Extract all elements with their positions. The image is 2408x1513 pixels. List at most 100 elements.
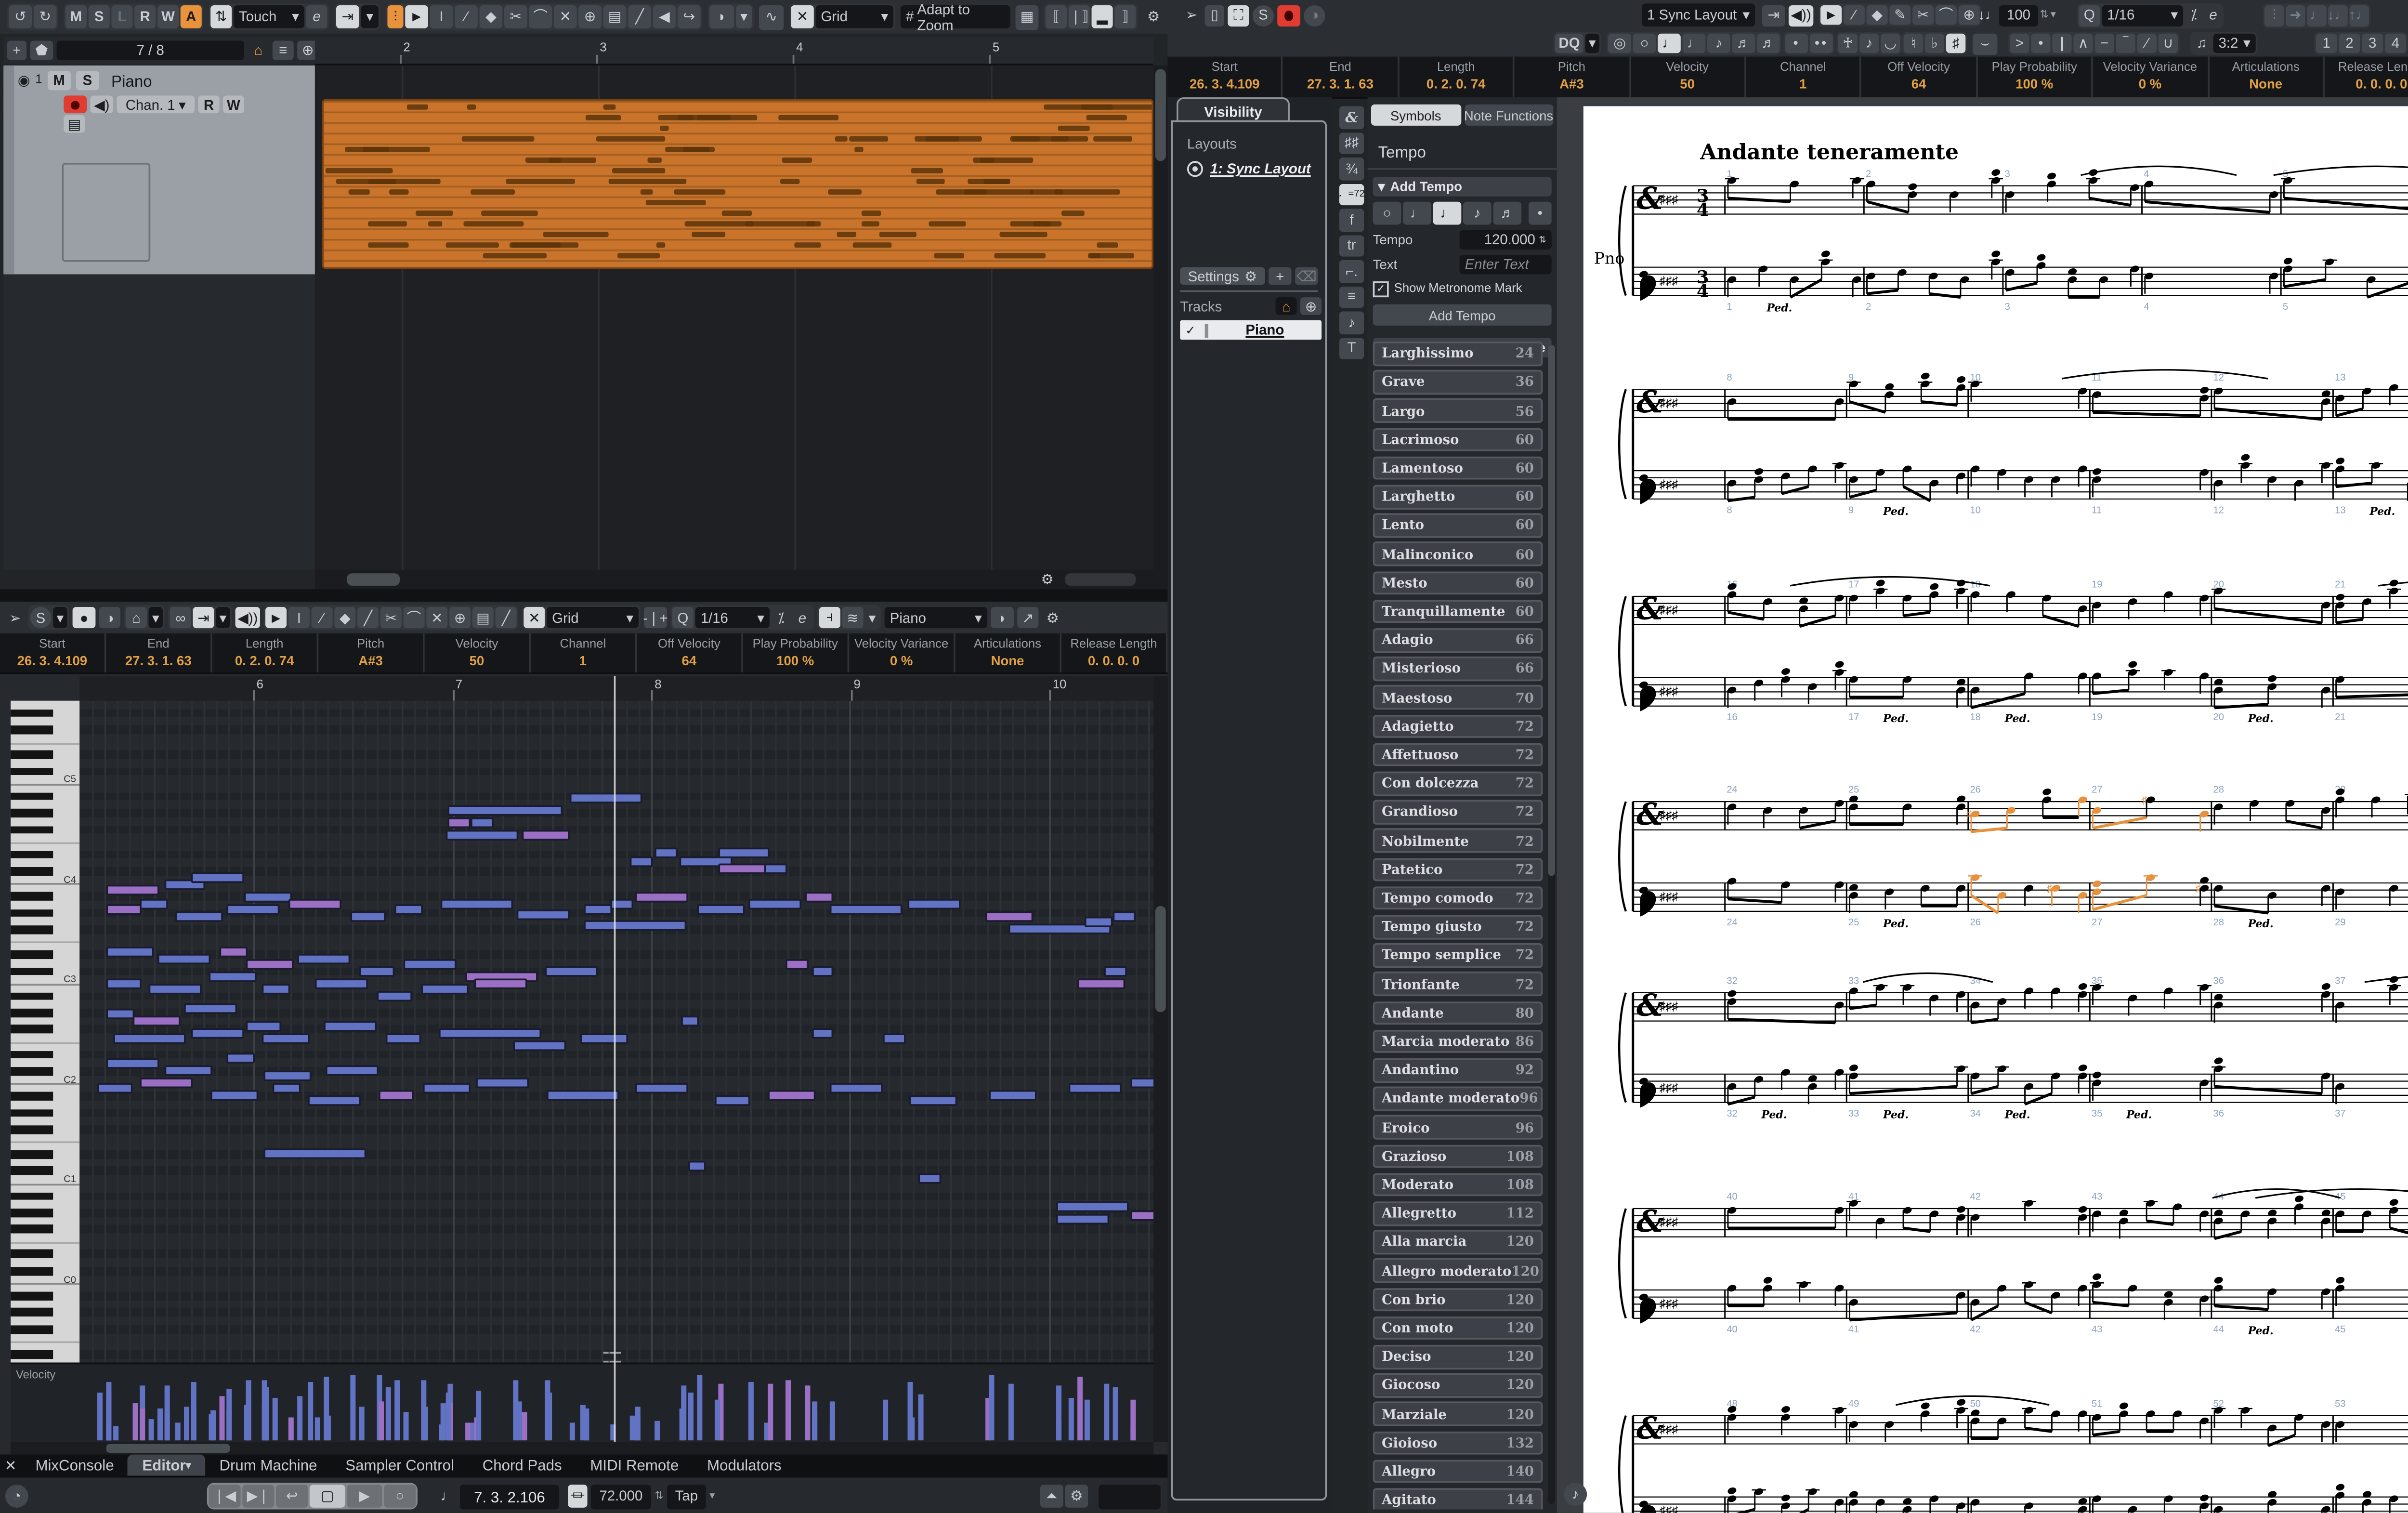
midi-note[interactable] <box>219 947 248 957</box>
midi-note[interactable] <box>359 966 395 976</box>
tuplet-icon[interactable]: ♪ <box>1859 33 1879 53</box>
black-key[interactable] <box>11 767 53 776</box>
midi-note[interactable] <box>262 1033 310 1044</box>
midi-note[interactable] <box>1077 978 1125 989</box>
autoscroll-icon[interactable]: ⇥ <box>1762 4 1785 26</box>
tempo-list-item[interactable]: Adagietto 72 <box>1373 714 1543 738</box>
feedback-icon[interactable]: ◑ <box>1304 4 1325 26</box>
comp-tool-icon[interactable]: ▤ <box>603 5 627 28</box>
midi-note[interactable] <box>106 884 159 895</box>
midi-note[interactable] <box>764 863 787 874</box>
settings-button[interactable]: Settings ⚙ <box>1180 267 1265 285</box>
midi-note[interactable] <box>584 920 687 931</box>
state-button-m[interactable]: M <box>65 5 87 28</box>
velocity-bar[interactable] <box>829 1424 835 1441</box>
velocity-bar[interactable] <box>210 1410 215 1441</box>
midi-note[interactable] <box>175 911 223 921</box>
symbol-category-3-icon[interactable]: ♩=72 <box>1338 183 1365 206</box>
line-tool-icon[interactable]: ╱ <box>628 5 651 28</box>
midi-note[interactable] <box>148 984 202 994</box>
midi-note[interactable] <box>106 904 142 915</box>
tempo-value-field[interactable]: 120.000 ⇅ <box>1459 230 1552 250</box>
mute-tool-icon[interactable]: ✕ <box>553 5 577 28</box>
info-field-pitch[interactable]: Pitch A#3 <box>1515 56 1631 98</box>
midi-note[interactable] <box>718 863 766 874</box>
accidental-natural-icon[interactable]: ♮ <box>1903 33 1924 53</box>
velocity-bar[interactable] <box>184 1407 189 1441</box>
metronome-check-row[interactable]: ✓ Show Metronome Mark <box>1373 281 1552 298</box>
tempo-list-item[interactable]: Alla marcia 120 <box>1373 1230 1543 1254</box>
tempo-list-item[interactable]: Maestoso 70 <box>1373 685 1543 710</box>
midi-note[interactable] <box>629 856 653 867</box>
midi-note[interactable] <box>439 1028 542 1039</box>
note-value-2-icon[interactable]: ♩ <box>1658 33 1681 53</box>
color-tool-icon[interactable]: ↪ <box>677 5 701 28</box>
midi-note[interactable] <box>715 1095 750 1105</box>
tempo-note-value-3-icon[interactable]: ♪ <box>1463 201 1492 225</box>
keyboard-icon[interactable]: ▦ <box>1015 4 1039 29</box>
add-tempo-button[interactable]: Add Tempo <box>1373 304 1552 326</box>
score-notation[interactable]: Andante teneramentePno&♯♯♯♯♯♯34341122334… <box>1584 106 2408 1513</box>
zone-divider[interactable] <box>0 589 1168 602</box>
editor-vscrollbar[interactable] <box>1153 676 1168 1442</box>
midi-note[interactable] <box>113 1033 186 1044</box>
mask-icon[interactable]: ◗ <box>991 607 1014 629</box>
velocity-bar[interactable] <box>394 1380 399 1441</box>
tempo-list-item[interactable]: Tempo comodo 72 <box>1373 886 1543 910</box>
record-enable-button[interactable] <box>64 95 87 114</box>
play-tool-icon[interactable]: ◀ <box>653 5 676 28</box>
velocity-bar[interactable] <box>688 1393 693 1441</box>
comp-tool-icon[interactable]: ▤ <box>472 607 494 629</box>
velocity-bar[interactable] <box>629 1415 634 1441</box>
dq-dropdown[interactable]: ▾ <box>1585 33 1599 53</box>
velocity-icon[interactable]: ↓♩ <box>1978 4 1999 26</box>
info-field-off-velocity[interactable]: Off Velocity 64 <box>637 633 743 672</box>
tempo-list-item[interactable]: Trionfante 72 <box>1373 972 1543 996</box>
range-tool-icon[interactable]: I <box>430 5 453 28</box>
black-key[interactable] <box>11 1350 53 1358</box>
velocity-bar[interactable] <box>106 1398 111 1441</box>
link-projects-icon[interactable]: ∞ <box>170 607 191 629</box>
split-tool-icon[interactable]: ✂ <box>380 607 402 629</box>
midi-note[interactable] <box>140 899 168 909</box>
symbol-category-9-icon[interactable]: T <box>1339 337 1364 359</box>
velocity-bar[interactable] <box>226 1410 231 1441</box>
home-icon[interactable]: ⌂ <box>125 607 147 629</box>
mute-button[interactable]: M <box>47 70 71 91</box>
audition-icon[interactable]: ◀)) <box>1788 4 1814 26</box>
autoscroll-icon[interactable]: ⇥ <box>336 5 359 28</box>
midi-note[interactable] <box>422 1083 471 1093</box>
tempo-list-item[interactable]: Grandioso 72 <box>1373 800 1543 824</box>
marker-display[interactable] <box>1099 1484 1161 1509</box>
info-field-start[interactable]: Start 26. 3. 4.109 <box>1168 56 1283 98</box>
quantize-icon[interactable]: Q <box>672 607 694 629</box>
velocity-bar[interactable] <box>580 1405 585 1441</box>
automation-mode-select[interactable]: Touch ▾ <box>233 5 304 28</box>
articulation-5-icon[interactable]: ‾ <box>2116 33 2135 53</box>
tempo-spinner[interactable]: ⇅ <box>654 1490 663 1502</box>
black-key[interactable] <box>11 1150 53 1159</box>
curve-tool-icon[interactable]: ╱ <box>495 607 517 629</box>
performance-meter-icon[interactable]: ◔ <box>5 1485 28 1508</box>
tempo-list-item[interactable]: Tempo semplice 72 <box>1373 943 1543 968</box>
pin-icon[interactable]: ➢ <box>1182 4 1201 26</box>
midi-note[interactable] <box>210 1090 259 1100</box>
midi-note[interactable] <box>324 1021 377 1031</box>
tempo-list-item[interactable]: Larghissimo 24 <box>1373 341 1543 366</box>
symbol-category-7-icon[interactable]: ≡ <box>1339 286 1364 308</box>
info-field-play-probability[interactable]: Play Probability 100 % <box>1977 56 2094 98</box>
track-piano[interactable]: ◉ 1 M S Piano ◀) Chan. 1 ▾ R W ▤ <box>3 65 315 275</box>
hscroll-thumb[interactable] <box>347 573 400 586</box>
state-button-w[interactable]: W <box>157 5 179 28</box>
snap-mini-icon[interactable]: ⫶ <box>387 5 404 28</box>
grace-note-icon[interactable]: ♰ <box>1838 33 1858 53</box>
midi-note[interactable] <box>584 904 613 915</box>
tempo-list-item[interactable]: Andante 80 <box>1373 1000 1543 1025</box>
tempo-list-item[interactable]: Grazioso 108 <box>1373 1144 1543 1168</box>
zone-left-button[interactable]: ⟦ <box>1046 5 1067 28</box>
velocity-bar[interactable] <box>635 1407 640 1441</box>
dq-button[interactable]: DQ <box>1555 33 1584 53</box>
tap-tempo-button[interactable]: Tap <box>667 1484 706 1509</box>
tempo-note-value-4-icon[interactable]: ♬ <box>1493 201 1522 225</box>
midi-part-piano[interactable] <box>322 99 1154 269</box>
